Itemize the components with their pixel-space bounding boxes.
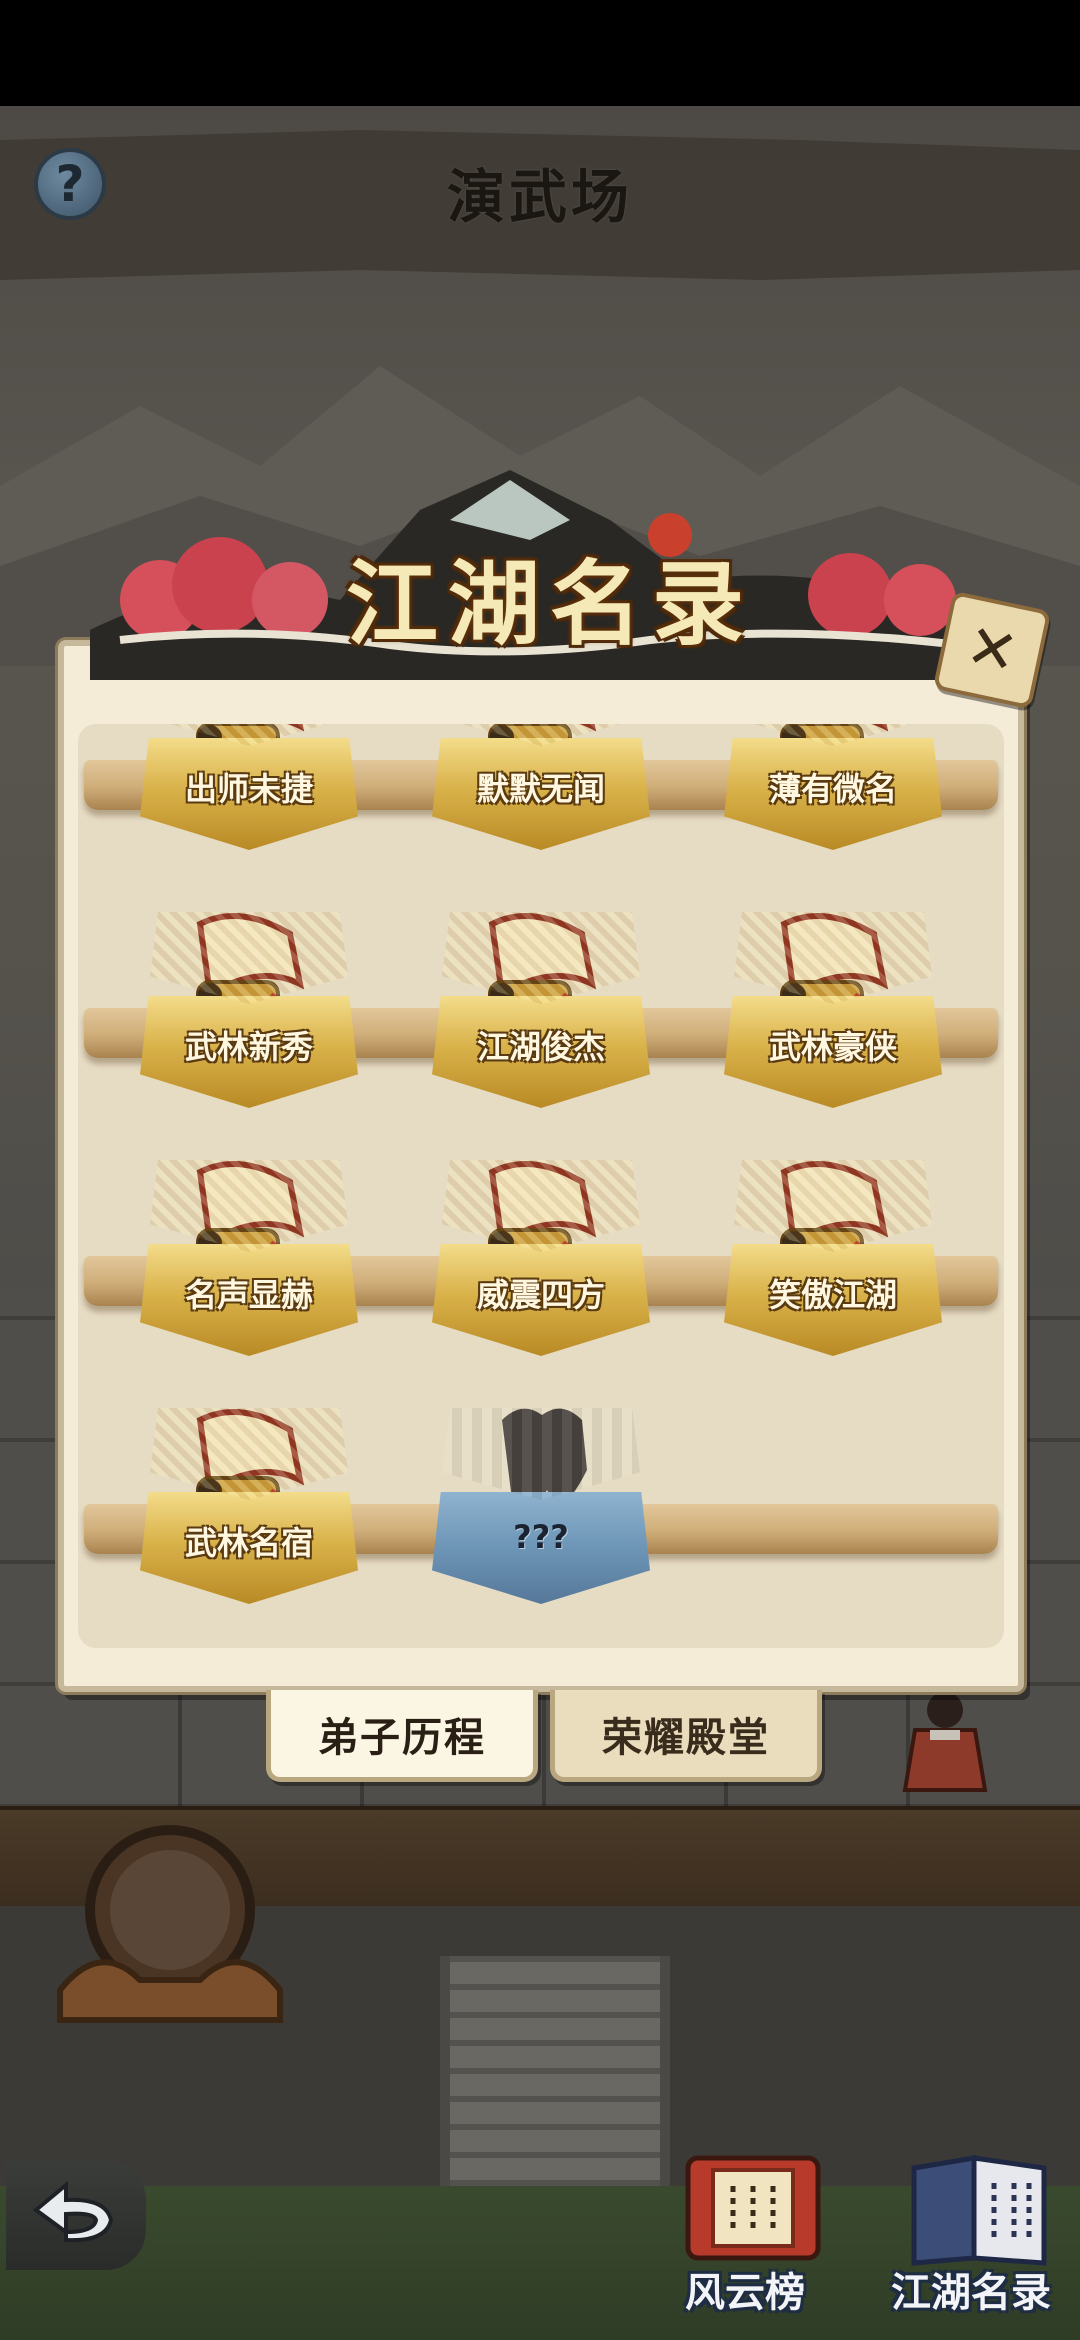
- close-button[interactable]: ✕: [932, 590, 1052, 710]
- tab-disciple-journey[interactable]: 弟子历程: [266, 1690, 538, 1782]
- back-button[interactable]: [6, 2160, 146, 2270]
- dialog-title: 江湖名录: [345, 550, 754, 658]
- page-title: 演武场: [446, 163, 633, 231]
- fengyun-ranking-button[interactable]: 风云榜: [650, 2140, 840, 2330]
- record-label: 名声显赫: [184, 1276, 313, 1314]
- help-button[interactable]: ?: [34, 148, 106, 220]
- record-label: 薄有微名: [768, 770, 897, 808]
- record-label: 武林新秀: [184, 1028, 313, 1066]
- record-label: 武林豪侠: [768, 1028, 897, 1066]
- locked-record-item[interactable]: ???: [432, 1400, 650, 1610]
- record-item[interactable]: 江湖俊杰: [432, 904, 650, 1114]
- record-item[interactable]: 武林新秀: [140, 904, 358, 1114]
- red-scroll-book-icon: [685, 2155, 821, 2261]
- tab-hall-of-honor[interactable]: 荣耀殿堂: [550, 1690, 822, 1782]
- record-item[interactable]: 威震四方: [432, 1152, 650, 1362]
- close-icon: ✕: [960, 610, 1024, 690]
- jianghu-label: 江湖名录: [891, 2270, 1051, 2316]
- status-bar: [0, 0, 1080, 106]
- back-arrow-icon: [32, 2180, 114, 2243]
- record-item[interactable]: 武林豪侠: [724, 904, 942, 1114]
- record-label: 出师未捷: [184, 770, 313, 808]
- help-icon: ?: [55, 155, 85, 213]
- fengyun-label: 风云榜: [685, 2270, 805, 2316]
- blue-book-icon: [911, 2155, 1047, 2266]
- record-item[interactable]: 武林名宿: [140, 1400, 358, 1610]
- record-label: ???: [513, 1518, 569, 1556]
- record-label: 笑傲江湖: [768, 1276, 897, 1314]
- record-item[interactable]: 笑傲江湖: [724, 1152, 942, 1362]
- record-label: 默默无闻: [476, 770, 605, 808]
- record-item[interactable]: 默默无闻: [432, 724, 650, 856]
- record-label: 武林名宿: [184, 1524, 313, 1562]
- record-item[interactable]: 薄有微名: [724, 724, 942, 856]
- record-label: 威震四方: [476, 1276, 605, 1314]
- record-label: 江湖俊杰: [476, 1028, 605, 1066]
- disciple-character: [902, 1692, 988, 1792]
- record-item[interactable]: 出师未捷: [140, 724, 358, 856]
- record-item[interactable]: 名声显赫: [140, 1152, 358, 1362]
- record-shelf-panel[interactable]: 出师未捷 默默无闻 薄有微名 武林新秀 江湖俊杰 武林豪侠 名声显赫 威震四方 …: [78, 724, 1004, 1648]
- jianghu-records-button[interactable]: 江湖名录: [876, 2140, 1066, 2330]
- drum-stand: [57, 1825, 283, 2023]
